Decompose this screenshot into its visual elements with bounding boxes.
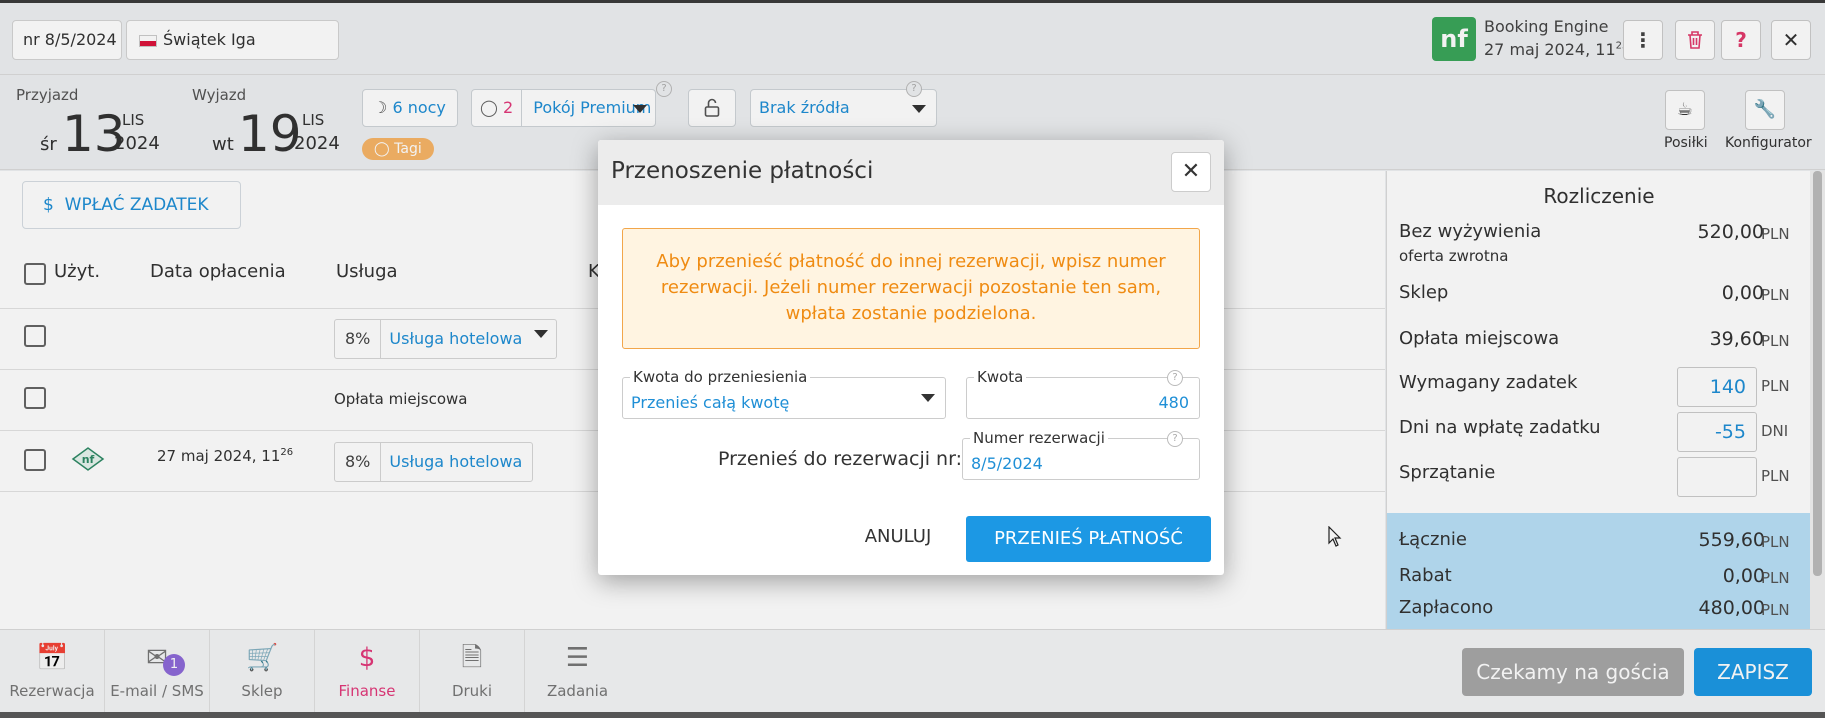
move-to-label: Przenieś do rezerwacji nr:: [718, 448, 962, 470]
amount-input[interactable]: Kwota 480: [966, 368, 1200, 419]
dialog-title: Przenoszenie płatności: [611, 158, 874, 184]
reservation-number-value: 8/5/2024: [971, 454, 1043, 473]
reservation-number-label: Numer rezerwacji: [970, 429, 1108, 447]
amount-value: 480: [1158, 393, 1189, 412]
reservation-help-icon[interactable]: ?: [1167, 431, 1183, 447]
reservation-number-input[interactable]: Numer rezerwacji 8/5/2024: [962, 429, 1200, 480]
transfer-payment-dialog: Przenoszenie płatności ✕ Aby przenieść p…: [598, 140, 1224, 575]
transfer-payment-button[interactable]: PRZENIEŚ PŁATNOŚĆ: [966, 516, 1211, 562]
reservation-window: nr 8/5/2024 Świątek Iga nf Booking Engin…: [0, 0, 1825, 712]
amount-mode-label: Kwota do przeniesienia: [630, 368, 811, 386]
chevron-down-icon: [921, 394, 935, 402]
close-icon: ✕: [1181, 159, 1201, 184]
dialog-header: Przenoszenie płatności ✕: [598, 140, 1224, 205]
amount-help-icon[interactable]: ?: [1167, 370, 1183, 386]
cancel-button[interactable]: ANULUJ: [848, 514, 948, 560]
amount-mode-value: Przenieś całą kwotę: [631, 393, 790, 412]
dialog-close-button[interactable]: ✕: [1171, 152, 1211, 192]
transfer-warning: Aby przenieść płatność do innej rezerwac…: [622, 228, 1200, 349]
amount-mode-select[interactable]: Kwota do przeniesienia Przenieś całą kwo…: [622, 368, 946, 419]
amount-label: Kwota: [974, 368, 1027, 386]
